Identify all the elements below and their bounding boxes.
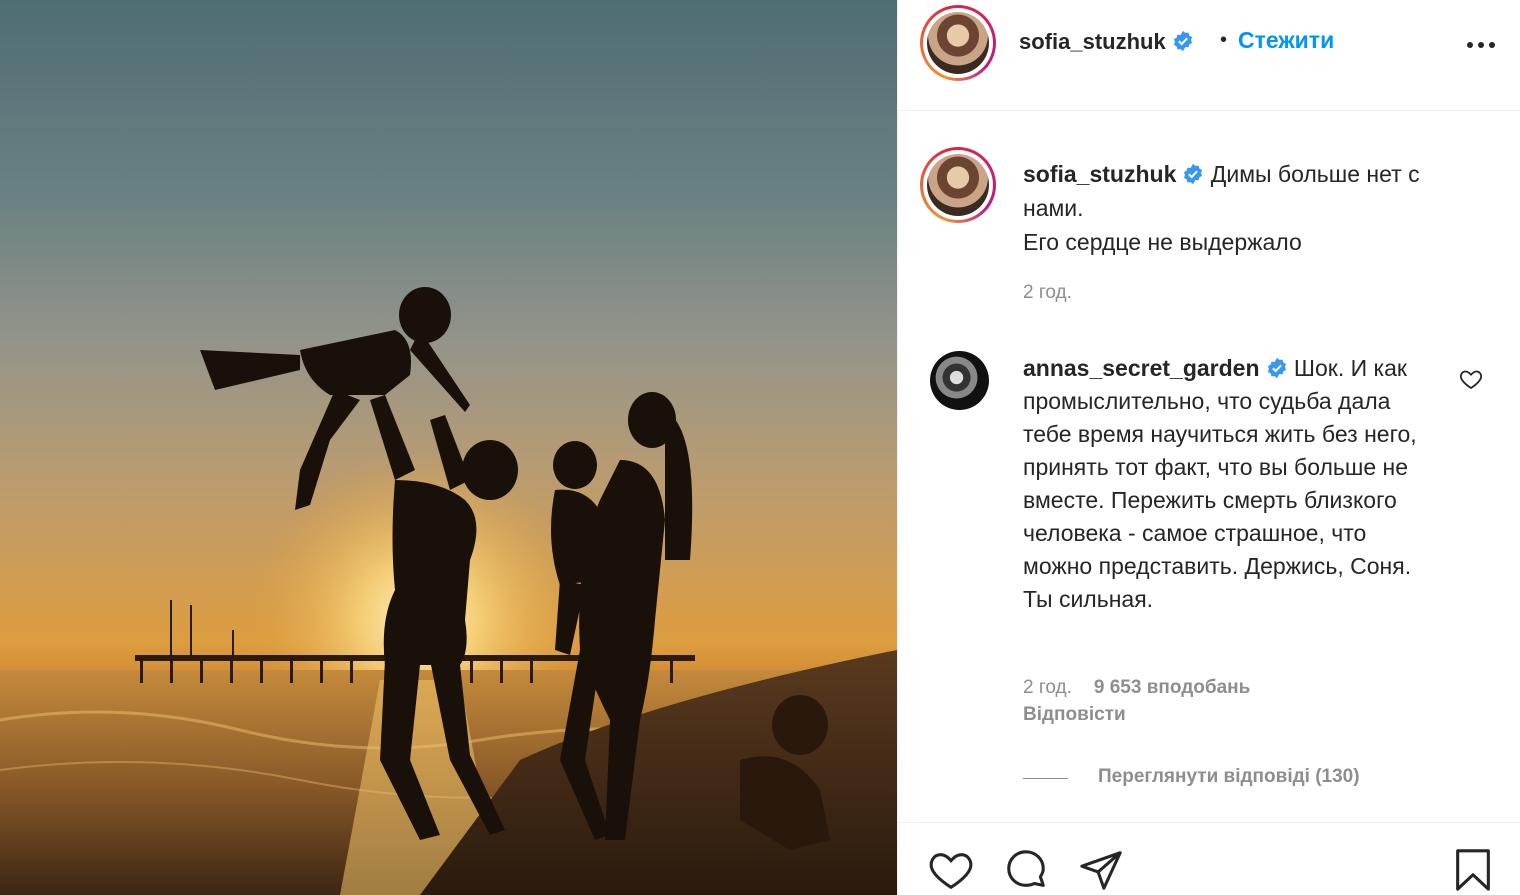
- caption-username[interactable]: sofia_stuzhuk: [1023, 161, 1176, 187]
- comment-meta: 2 год. 9 653 вподобань: [1023, 677, 1250, 699]
- comment-icon[interactable]: [1003, 847, 1049, 893]
- comment-like-heart-icon[interactable]: [1459, 367, 1483, 391]
- comment: annas_secret_garden Шок. И как промыслит…: [1023, 352, 1433, 616]
- share-icon[interactable]: [1078, 847, 1124, 893]
- author-username-link[interactable]: sofia_stuzhuk: [1019, 29, 1194, 55]
- view-replies-button[interactable]: Переглянути відповіді (130): [1098, 766, 1360, 788]
- verified-badge-icon: [1173, 30, 1192, 52]
- caption: sofia_stuzhuk Димы больше нет с нами. Ег…: [1023, 157, 1473, 259]
- verified-badge-icon: [1267, 357, 1286, 379]
- comment-likes-count[interactable]: 9 653 вподобань: [1094, 677, 1250, 698]
- post-actions-bar: [898, 822, 1520, 895]
- replies-divider: [1023, 778, 1068, 779]
- caption-timestamp[interactable]: 2 год.: [1023, 282, 1072, 304]
- caption-text-line2: Его сердце не выдержало: [1023, 229, 1302, 255]
- commenter-avatar[interactable]: [930, 351, 989, 410]
- follow-button[interactable]: Стежити: [1238, 27, 1334, 54]
- author-username[interactable]: sofia_stuzhuk: [1019, 29, 1166, 54]
- verified-badge-icon: [1184, 163, 1203, 185]
- caption-author-avatar[interactable]: [920, 147, 996, 223]
- post-photo[interactable]: [0, 0, 897, 895]
- more-options-icon[interactable]: [1466, 40, 1496, 50]
- reply-button[interactable]: Відповісти: [1023, 704, 1126, 726]
- commenter-username[interactable]: annas_secret_garden: [1023, 355, 1260, 381]
- author-avatar[interactable]: [920, 5, 996, 81]
- photo-illustration: [0, 287, 897, 895]
- separator-dot: •: [1220, 29, 1228, 51]
- post-details-panel: sofia_stuzhuk • Стежити sofia_stuzhuk Ди…: [897, 0, 1520, 895]
- post-header: sofia_stuzhuk • Стежити: [898, 0, 1520, 111]
- comment-timestamp[interactable]: 2 год.: [1023, 677, 1072, 698]
- bookmark-icon[interactable]: [1450, 847, 1496, 893]
- comment-text: Шок. И как промыслительно, что судьба да…: [1023, 355, 1417, 612]
- heart-icon[interactable]: [928, 847, 974, 893]
